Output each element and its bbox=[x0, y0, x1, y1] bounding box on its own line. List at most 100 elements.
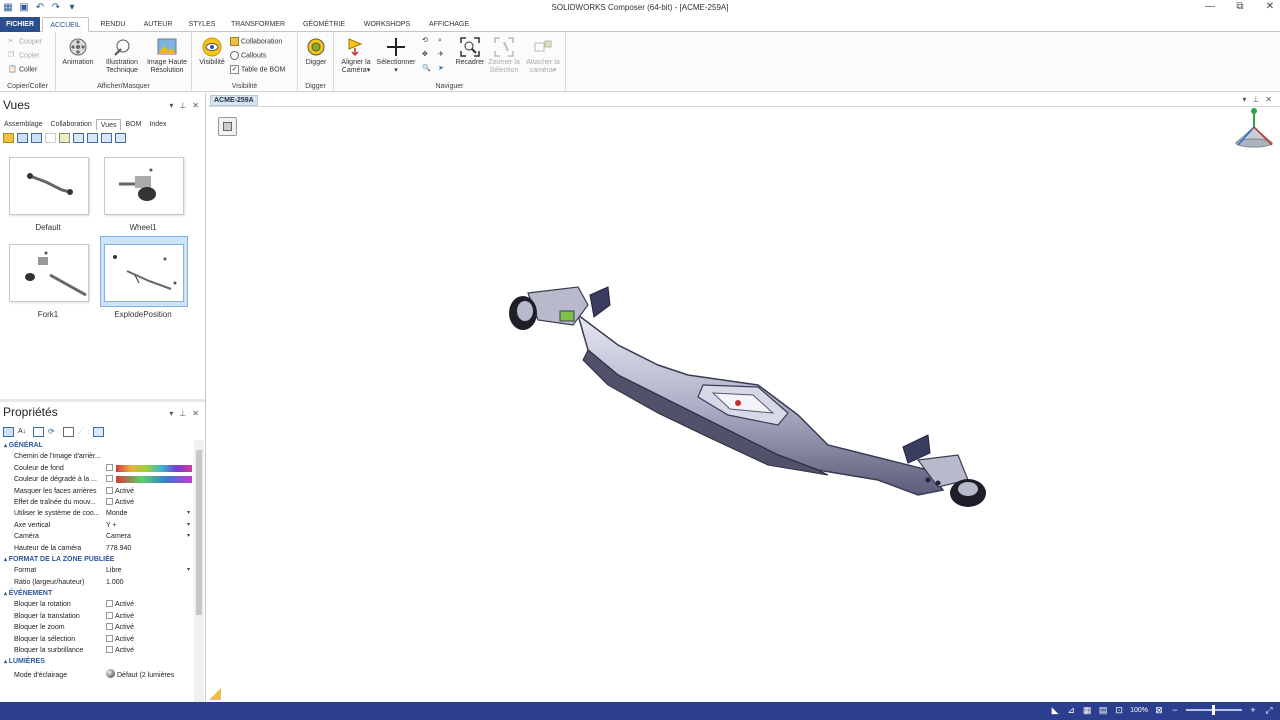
panel-menu-icon[interactable]: ▾ bbox=[169, 409, 173, 418]
paste-button[interactable]: 📋 Coller bbox=[8, 65, 37, 75]
bom-table-toggle[interactable]: ✓ Table de BOM bbox=[230, 65, 285, 75]
gradient-color-swatch[interactable] bbox=[116, 476, 192, 484]
section-lights[interactable]: LUMIÈRES bbox=[0, 656, 194, 667]
grid-icon[interactable]: ▦ bbox=[1082, 705, 1092, 715]
collapse-icon[interactable] bbox=[33, 427, 44, 437]
dropdown-arrow-icon[interactable]: ▾ bbox=[187, 565, 190, 576]
section-published-area[interactable]: FORMAT DE LA ZONE PUBLIÉE bbox=[0, 554, 194, 565]
resize-corner-icon[interactable] bbox=[209, 688, 221, 700]
copy-button[interactable]: ❐ Copier bbox=[8, 51, 40, 61]
checkbox[interactable] bbox=[106, 634, 113, 642]
tab-styles[interactable]: STYLES bbox=[184, 17, 220, 32]
property-row[interactable]: Mode d'éclairage Défaut (2 lumières bbox=[0, 668, 194, 684]
tab-bom[interactable]: BOM bbox=[121, 119, 145, 130]
property-row[interactable]: Hauteur de la caméra 778.940 bbox=[0, 543, 194, 554]
tab-workshops[interactable]: WORKSHOPS bbox=[358, 17, 416, 32]
reframe-button[interactable]: Recadrer bbox=[452, 37, 488, 67]
tab-affichage[interactable]: AFFICHAGE bbox=[422, 17, 476, 32]
tab-vues[interactable]: Vues bbox=[95, 119, 122, 130]
categorized-icon[interactable] bbox=[3, 427, 14, 437]
walk-tool[interactable]: ➤ bbox=[438, 64, 449, 74]
digger-button[interactable]: Digger bbox=[300, 37, 332, 67]
view-thumbnail-wheel1[interactable] bbox=[104, 157, 184, 215]
ruler-icon[interactable]: ⊿ bbox=[1066, 705, 1076, 715]
viewport-corner-button[interactable] bbox=[218, 117, 237, 136]
animation-button[interactable]: Animation bbox=[60, 37, 96, 67]
dropdown-arrow-icon[interactable]: ▾ bbox=[187, 520, 190, 531]
tab-collaboration[interactable]: Collaboration bbox=[47, 119, 96, 130]
fly-tool[interactable]: ✈ bbox=[438, 50, 449, 60]
layout-grid-icon[interactable]: ▤ bbox=[1098, 705, 1108, 715]
close-icon[interactable]: ✕ bbox=[192, 409, 199, 418]
section-event[interactable]: ÉVÉNEMENT bbox=[0, 588, 194, 599]
update-view-all-icon[interactable] bbox=[31, 133, 42, 143]
tab-fichier[interactable]: FICHIER bbox=[0, 17, 40, 32]
view-thumbnail-explodeposition[interactable] bbox=[104, 244, 184, 302]
property-row[interactable]: Axe vertical Y + ▾ bbox=[0, 520, 194, 531]
background-color-swatch[interactable] bbox=[116, 464, 192, 472]
zoom-slider[interactable] bbox=[1186, 705, 1242, 715]
pan-tool[interactable]: ✥ bbox=[422, 50, 433, 60]
refresh-icon[interactable]: ⟳ bbox=[48, 427, 59, 437]
property-row[interactable]: Ratio (largeur/hauteur) 1.000 bbox=[0, 577, 194, 588]
delete-view-icon[interactable] bbox=[45, 133, 56, 143]
update-view-icon[interactable] bbox=[17, 133, 28, 143]
high-resolution-image-button[interactable]: Image Haute Résolution bbox=[144, 37, 190, 75]
default-properties-icon[interactable] bbox=[63, 427, 74, 437]
checkbox[interactable] bbox=[106, 486, 113, 494]
zoom-fit-icon[interactable]: ⊠ bbox=[1154, 705, 1164, 715]
close-icon[interactable]: ✕ bbox=[1265, 95, 1272, 104]
tab-rendu[interactable]: RENDU bbox=[94, 17, 132, 32]
minimize-icon[interactable]: — bbox=[1204, 1, 1216, 12]
close-icon[interactable]: ✕ bbox=[192, 101, 199, 110]
panel-menu-icon[interactable]: ▾ bbox=[169, 101, 173, 110]
property-row[interactable]: Utiliser le système de coo... Monde ▾ bbox=[0, 508, 194, 519]
tab-assemblage[interactable]: Assemblage bbox=[0, 119, 47, 130]
checkbox[interactable] bbox=[106, 600, 113, 608]
create-view-icon[interactable] bbox=[3, 133, 14, 143]
section-general[interactable]: GÉNÉRAL bbox=[0, 440, 194, 451]
technical-illustration-button[interactable]: Illustration Technique bbox=[102, 37, 142, 75]
document-tab[interactable]: ACME-259A bbox=[210, 95, 258, 106]
callouts-toggle[interactable]: Callouts bbox=[230, 51, 266, 61]
tab-geometrie[interactable]: GÉOMÉTRIE bbox=[296, 17, 352, 32]
attach-camera-button[interactable]: Attacher la caméra▾ bbox=[522, 37, 564, 75]
rotate-tool[interactable]: ⟲ bbox=[422, 36, 433, 46]
camera-view-icon[interactable] bbox=[87, 133, 98, 143]
checkbox[interactable] bbox=[106, 497, 113, 505]
tab-index[interactable]: Index bbox=[145, 119, 170, 130]
fit-view-icon[interactable]: ⊡ bbox=[1114, 705, 1124, 715]
3d-viewport[interactable] bbox=[208, 106, 1280, 702]
restore-icon[interactable]: ⧉ bbox=[1234, 1, 1246, 12]
tab-accueil[interactable]: ACCUEIL bbox=[42, 17, 89, 32]
property-row[interactable]: Couleur de fond bbox=[0, 463, 194, 474]
sort-alphabetical-icon[interactable]: A↓ bbox=[18, 427, 29, 437]
dropdown-arrow-icon[interactable]: ▾ bbox=[187, 508, 190, 519]
properties-settings-icon[interactable] bbox=[93, 427, 104, 437]
checkbox[interactable] bbox=[106, 475, 113, 483]
measure-icon[interactable]: ◣ bbox=[1050, 705, 1060, 715]
checkbox[interactable] bbox=[106, 463, 113, 471]
property-row[interactable]: Format Libre ▾ bbox=[0, 565, 194, 576]
tab-auteur[interactable]: AUTEUR bbox=[138, 17, 178, 32]
close-icon[interactable]: ✕ bbox=[1264, 1, 1276, 12]
property-row[interactable]: Effet de traînée du mouv... Activé bbox=[0, 497, 194, 508]
property-row[interactable]: Bloquer le zoom Activé bbox=[0, 622, 194, 633]
view-thumbnail-default[interactable] bbox=[9, 157, 89, 215]
viewport-menu-icon[interactable]: ▾ bbox=[1242, 95, 1246, 104]
checkbox[interactable] bbox=[106, 646, 113, 654]
camera-view-icon[interactable] bbox=[101, 133, 112, 143]
scrollbar-thumb[interactable] bbox=[196, 450, 202, 615]
zoom-area-tool[interactable]: ⌕ bbox=[438, 36, 449, 46]
pin-icon[interactable]: ⊥ bbox=[179, 409, 186, 418]
property-row[interactable]: Chemin de l'image d'arrièr... bbox=[0, 451, 194, 462]
pin-icon[interactable]: ⊥ bbox=[179, 101, 186, 110]
property-row[interactable]: Couleur de dégradé à la ... bbox=[0, 474, 194, 485]
camera-view-icon[interactable] bbox=[73, 133, 84, 143]
property-row[interactable]: Bloquer la sélection Activé bbox=[0, 634, 194, 645]
zoom-selection-button[interactable]: Zoomer la Sélection bbox=[484, 37, 524, 75]
tab-transformer[interactable]: TRANSFORMER bbox=[226, 17, 290, 32]
cut-button[interactable]: ✂ Couper bbox=[8, 37, 42, 47]
panel-splitter[interactable] bbox=[0, 399, 205, 402]
wand-icon[interactable]: ⟋ bbox=[78, 427, 89, 437]
